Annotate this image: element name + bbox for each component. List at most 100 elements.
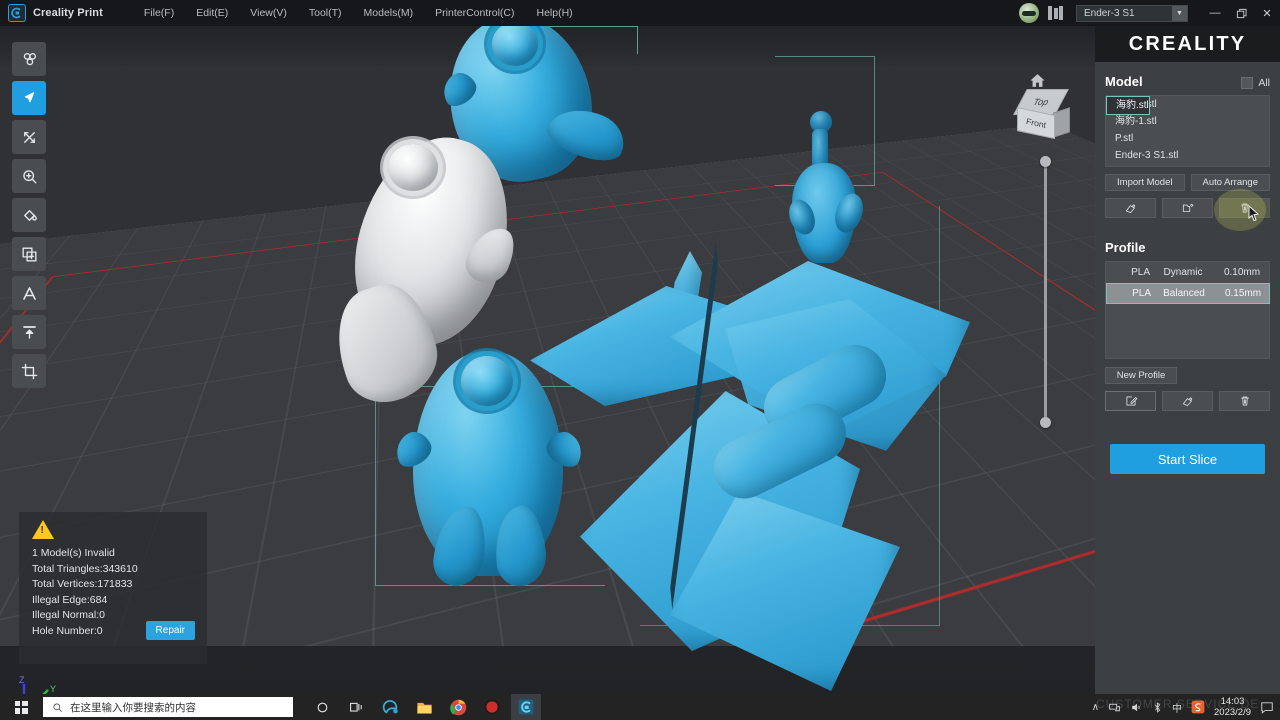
cortana-icon[interactable] bbox=[307, 694, 337, 720]
creality-print-icon[interactable] bbox=[511, 694, 541, 720]
model-list-item[interactable]: Ender-3 S1.stl bbox=[1106, 147, 1269, 164]
search-icon bbox=[53, 702, 62, 712]
profile-row[interactable]: PLA Balanced 0.15mm bbox=[1106, 283, 1270, 304]
duplicate-tool-button[interactable] bbox=[12, 237, 46, 271]
taskbar-apps bbox=[307, 694, 541, 720]
view-cube[interactable]: Top Front bbox=[1013, 89, 1070, 141]
copy-plus-icon bbox=[21, 246, 37, 262]
model-list[interactable]: 海豹.stl 海豹-0.stl 海豹-1.stl P.stl Ender-3 S… bbox=[1105, 95, 1270, 167]
zoom-slider-track[interactable] bbox=[1043, 156, 1047, 428]
menu-view[interactable]: View(V) bbox=[239, 3, 298, 23]
text-letter-a-icon bbox=[22, 286, 36, 300]
mouse-cursor bbox=[1248, 204, 1260, 222]
move-tool-button[interactable] bbox=[12, 120, 46, 154]
taskbar-clock[interactable]: 14:03 2023/2/9 bbox=[1214, 696, 1251, 718]
brand-bar: CREALITY bbox=[1095, 26, 1280, 62]
align-tool-button[interactable] bbox=[12, 315, 46, 349]
profile-row[interactable]: PLA Dynamic 0.10mm bbox=[1106, 262, 1269, 283]
3d-viewport[interactable]: Top Front Z Y X 1 Model bbox=[0, 26, 1280, 694]
arrange-tool-button[interactable] bbox=[12, 42, 46, 76]
minimize-button[interactable]: — bbox=[1202, 0, 1228, 26]
printer-select[interactable]: Ender-3 S1 ▼ bbox=[1076, 4, 1188, 22]
view-cube-side-face[interactable] bbox=[1053, 107, 1070, 138]
auto-arrange-button[interactable]: Auto Arrange bbox=[1190, 174, 1270, 191]
info-illegal-edge: Illegal Edge:684 bbox=[32, 593, 108, 606]
home-icon[interactable] bbox=[1029, 72, 1046, 87]
sogou-icon bbox=[1191, 700, 1205, 714]
search-placeholder: 在这里输入你要搜索的内容 bbox=[70, 701, 196, 714]
zoom-slider-knob-bottom[interactable] bbox=[1040, 417, 1051, 428]
open-model-button[interactable] bbox=[1162, 198, 1213, 218]
creality-print-window: Creality Print File(F) Edit(E) View(V) T… bbox=[0, 0, 1280, 720]
edit-profile-button[interactable] bbox=[1105, 391, 1156, 411]
select-all-checkbox[interactable] bbox=[1241, 76, 1254, 89]
recorder-icon[interactable] bbox=[477, 694, 507, 720]
menu-file[interactable]: File(F) bbox=[133, 3, 185, 23]
import-model-button[interactable]: Import Model bbox=[1105, 174, 1185, 191]
crop-icon bbox=[21, 363, 37, 379]
volume-icon bbox=[1132, 703, 1140, 711]
left-toolbar bbox=[12, 42, 46, 388]
library-book-icon[interactable] bbox=[1048, 6, 1064, 20]
menu-printer-control[interactable]: PrinterControl(C) bbox=[424, 3, 525, 23]
printer-select-value: Ender-3 S1 bbox=[1084, 7, 1135, 19]
magnifier-plus-icon bbox=[22, 169, 37, 184]
menu-edit[interactable]: Edit(E) bbox=[185, 3, 239, 23]
support-tool-button[interactable] bbox=[12, 198, 46, 232]
delete-model-button[interactable] bbox=[1214, 189, 1270, 231]
save-profile-button[interactable] bbox=[1162, 391, 1213, 411]
edge-browser-icon[interactable] bbox=[375, 694, 405, 720]
new-profile-button[interactable]: New Profile bbox=[1105, 367, 1177, 384]
info-total-triangles: Total Triangles:343610 bbox=[32, 562, 138, 575]
model-list-item[interactable]: 海豹-1.stl bbox=[1106, 113, 1269, 130]
task-view-icon[interactable] bbox=[341, 694, 371, 720]
network-icon bbox=[1109, 703, 1120, 711]
chevron-down-icon[interactable]: ▼ bbox=[1172, 5, 1187, 21]
crop-tool-button[interactable] bbox=[12, 354, 46, 388]
cursor-arrow-icon bbox=[24, 91, 34, 102]
file-explorer-icon[interactable] bbox=[409, 694, 439, 720]
model-list-item[interactable]: P.stl bbox=[1106, 130, 1269, 147]
group-objects-icon bbox=[23, 52, 36, 65]
search-input[interactable]: 在这里输入你要搜索的内容 bbox=[43, 697, 293, 717]
text-tool-button[interactable] bbox=[12, 276, 46, 310]
system-tray: ∧ 中 14:03 2023/2/9 bbox=[1092, 694, 1274, 720]
close-button[interactable]: ✕ bbox=[1254, 0, 1280, 26]
paint-bucket-icon bbox=[23, 209, 37, 221]
creality-brand-text: CREALITY bbox=[1128, 32, 1247, 55]
chrome-browser-icon[interactable] bbox=[443, 694, 473, 720]
profile-mode: Dynamic bbox=[1163, 267, 1203, 278]
zoom-slider-knob-top[interactable] bbox=[1040, 156, 1051, 167]
model-info-panel: 1 Model(s) Invalid Total Triangles:34361… bbox=[19, 512, 207, 664]
model-list-item[interactable]: 海豹.stl bbox=[1106, 96, 1150, 115]
select-tool-button[interactable] bbox=[12, 81, 46, 115]
select-all-label: All bbox=[1258, 76, 1270, 89]
maximize-button[interactable] bbox=[1228, 0, 1254, 26]
zoom-slider[interactable] bbox=[1040, 156, 1051, 428]
title-bar: Creality Print File(F) Edit(E) View(V) T… bbox=[0, 0, 1280, 26]
windows-start-icon[interactable] bbox=[0, 694, 42, 720]
select-all-models[interactable]: All bbox=[1241, 76, 1270, 89]
tray-expand-icon[interactable]: ∧ bbox=[1092, 702, 1099, 713]
menu-tool[interactable]: Tool(T) bbox=[298, 3, 353, 23]
menu-bar: File(F) Edit(E) View(V) Tool(T) Models(M… bbox=[133, 3, 584, 23]
menu-models[interactable]: Models(M) bbox=[353, 3, 425, 23]
profile-mode: Balanced bbox=[1163, 288, 1205, 299]
trash-icon bbox=[1240, 396, 1249, 406]
move-arrows-icon bbox=[23, 131, 35, 143]
model-fighter-jet[interactable] bbox=[520, 241, 990, 691]
start-slice-button[interactable]: Start Slice bbox=[1110, 444, 1265, 474]
zoom-tool-button[interactable] bbox=[12, 159, 46, 193]
user-avatar-icon[interactable] bbox=[1019, 3, 1039, 23]
profile-list[interactable]: PLA Dynamic 0.10mm PLA Balanced 0.15mm P… bbox=[1105, 261, 1270, 359]
ime-indicator[interactable]: 中 bbox=[1172, 700, 1182, 715]
repair-button[interactable]: Repair bbox=[145, 621, 195, 640]
profile-section-title: Profile bbox=[1105, 240, 1146, 255]
bluetooth-icon bbox=[1155, 701, 1161, 713]
menu-help[interactable]: Help(H) bbox=[526, 3, 584, 23]
save-model-button[interactable] bbox=[1105, 198, 1156, 218]
delete-profile-button[interactable] bbox=[1219, 391, 1270, 411]
clock-time: 14:03 bbox=[1220, 696, 1245, 707]
clock-date: 2023/2/9 bbox=[1214, 707, 1251, 718]
profile-material: PLA bbox=[1131, 267, 1150, 278]
